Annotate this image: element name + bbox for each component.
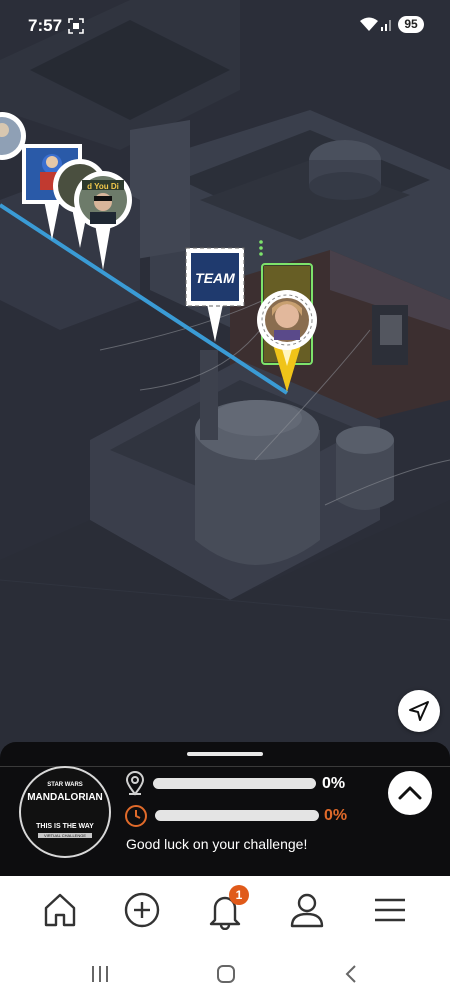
status-bar: 7:57 95 bbox=[0, 0, 450, 50]
logo-tagline: THIS IS THE WAY bbox=[36, 823, 94, 830]
menu-icon[interactable] bbox=[370, 890, 410, 930]
expand-button[interactable] bbox=[388, 771, 432, 815]
distance-percent: 0% bbox=[322, 775, 346, 792]
drag-handle[interactable] bbox=[187, 752, 263, 756]
distance-progress-bar bbox=[153, 778, 316, 789]
avatar-marker[interactable]: d You Di bbox=[72, 168, 134, 270]
clock-time: 7:57 bbox=[28, 16, 63, 35]
current-user-marker[interactable] bbox=[254, 234, 324, 394]
add-icon[interactable] bbox=[122, 890, 162, 930]
system-home-icon[interactable] bbox=[215, 963, 237, 985]
navigation-arrow-icon bbox=[409, 701, 429, 721]
locate-button[interactable] bbox=[398, 690, 440, 732]
svg-text:d You Di: d You Di bbox=[87, 182, 119, 191]
time-progress-bar bbox=[155, 810, 319, 821]
logo-brand: STAR WARS bbox=[47, 782, 83, 788]
signal-icon bbox=[381, 20, 391, 31]
chevron-up-icon bbox=[398, 786, 422, 800]
profile-icon[interactable] bbox=[287, 890, 327, 930]
challenge-message: Good luck on your challenge! bbox=[126, 836, 308, 852]
team-label: TEAM bbox=[195, 270, 235, 286]
logo-sub: VIRTUAL CHALLENGE bbox=[38, 833, 92, 838]
time-percent: 0% bbox=[324, 807, 348, 824]
notification-badge: 1 bbox=[229, 885, 249, 905]
screenshot-icon bbox=[68, 18, 84, 34]
challenge-logo[interactable]: STAR WARS MANDALORIAN THIS IS THE WAY VI… bbox=[19, 766, 111, 858]
clock-icon bbox=[125, 805, 147, 827]
home-icon[interactable] bbox=[40, 890, 80, 930]
location-pin-icon bbox=[125, 771, 145, 796]
logo-title: MANDALORIAN bbox=[27, 792, 103, 803]
back-icon[interactable] bbox=[340, 963, 362, 985]
map-view[interactable] bbox=[0, 0, 450, 760]
team-marker[interactable]: TEAM bbox=[184, 246, 246, 342]
battery-level: 95 bbox=[398, 16, 424, 33]
wifi-icon bbox=[360, 17, 378, 31]
recents-icon[interactable] bbox=[88, 963, 112, 985]
